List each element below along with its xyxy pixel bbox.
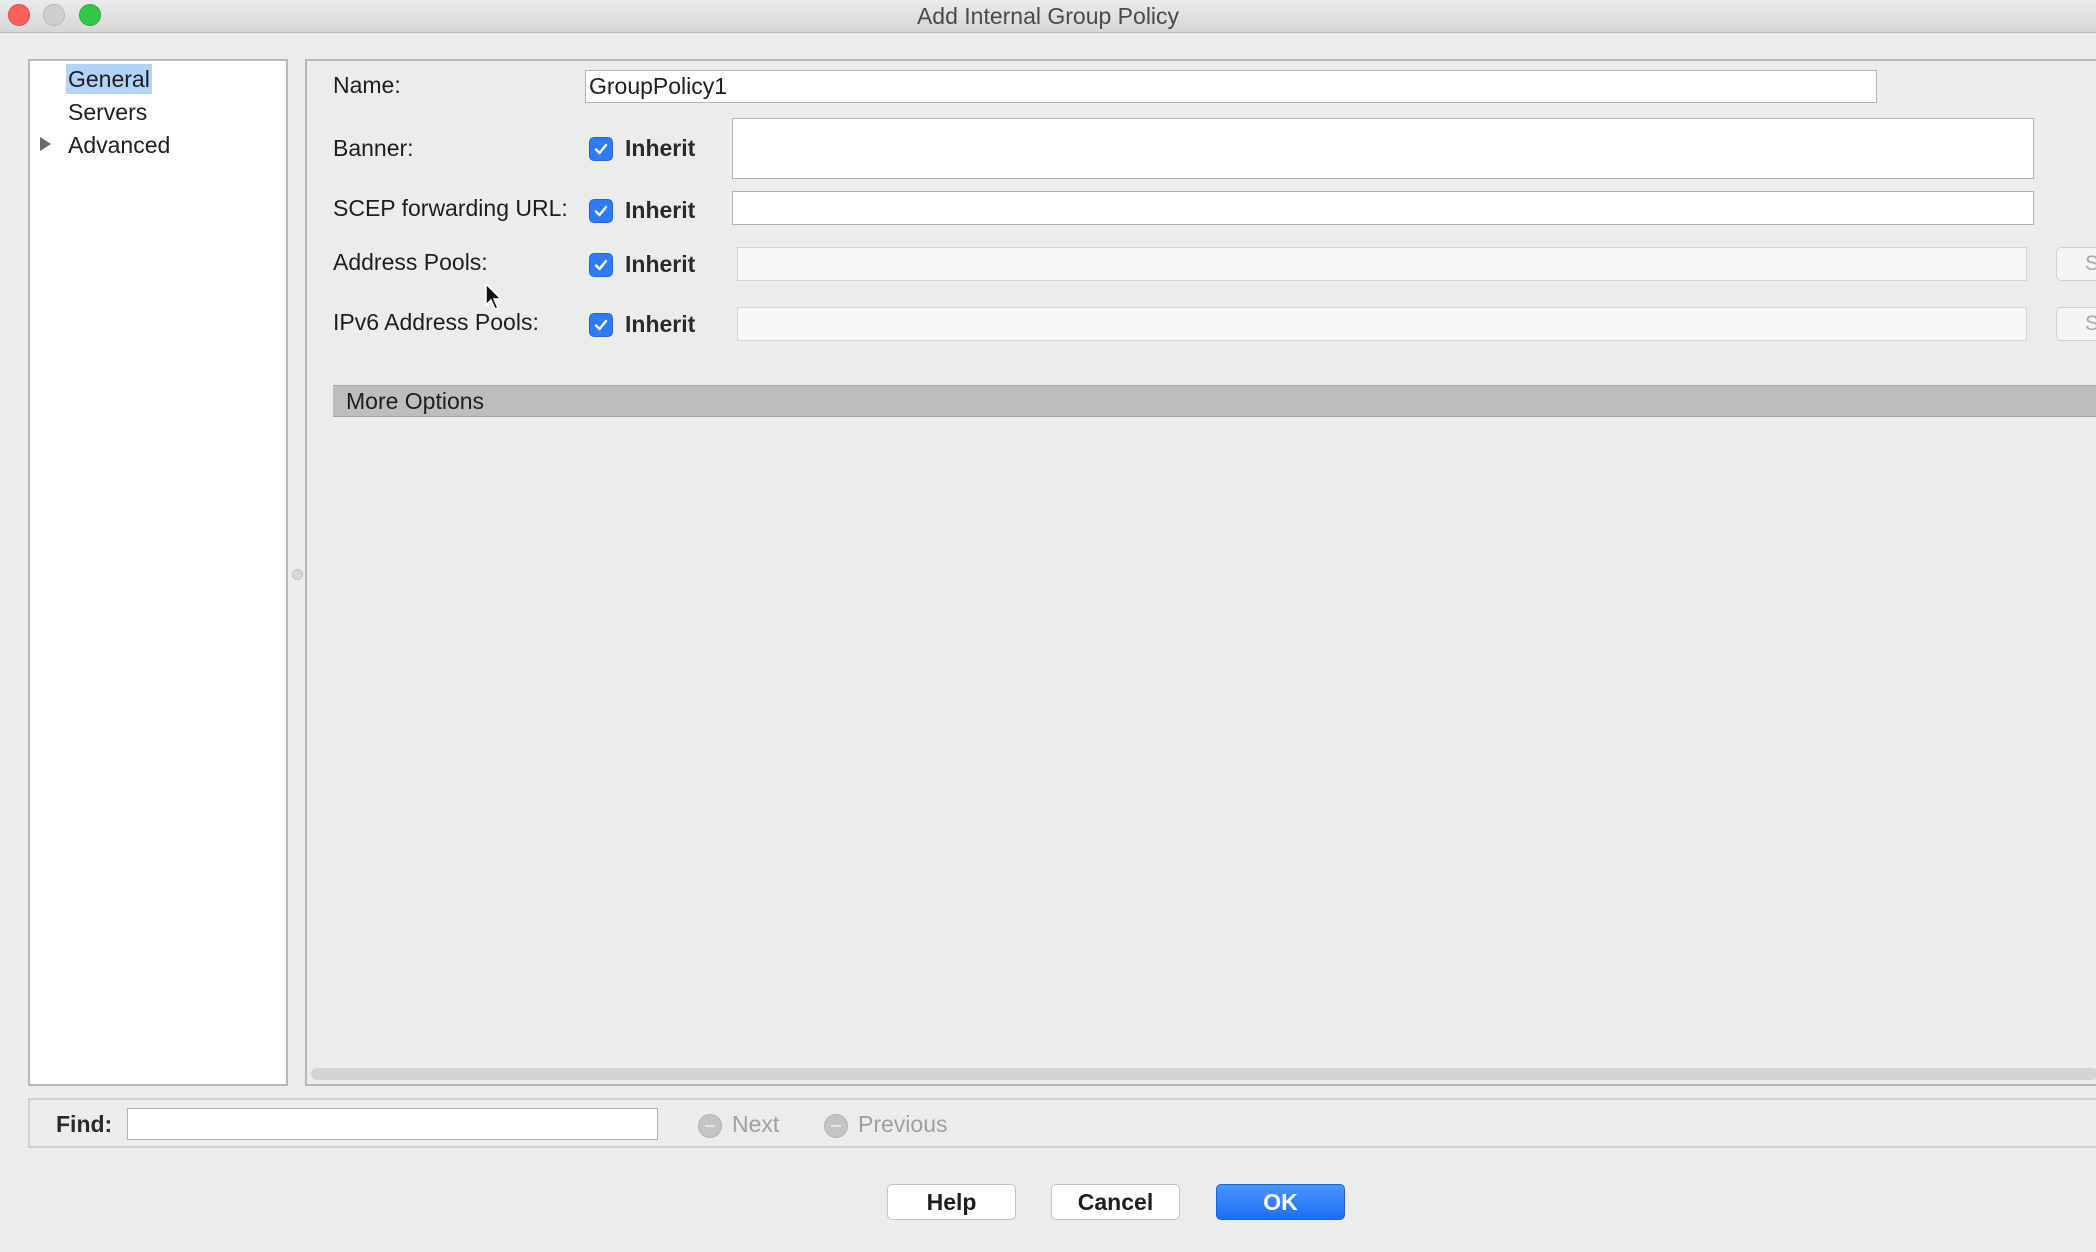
address-pools-select-button[interactable]: S bbox=[2056, 247, 2096, 281]
navigation-tree: General Servers Advanced bbox=[28, 59, 288, 1086]
ipv6-address-pools-inherit-label: Inherit bbox=[625, 311, 696, 337]
tree-item-general[interactable]: General bbox=[66, 64, 152, 94]
scep-inherit-label: Inherit bbox=[625, 197, 696, 223]
ipv6-address-pools-inherit-checkbox[interactable] bbox=[589, 313, 613, 337]
help-button[interactable]: Help bbox=[887, 1184, 1016, 1220]
tree-item-advanced[interactable]: Advanced bbox=[66, 130, 172, 160]
more-options-header[interactable]: More Options bbox=[333, 385, 2096, 417]
next-circle-icon bbox=[698, 1114, 722, 1138]
find-previous-button[interactable]: Previous bbox=[858, 1109, 947, 1139]
checkmark-icon bbox=[594, 319, 608, 331]
checkmark-icon bbox=[594, 143, 608, 155]
address-pools-input[interactable] bbox=[737, 247, 2027, 281]
address-pools-inherit-checkbox[interactable] bbox=[589, 253, 613, 277]
title-bar: Add Internal Group Policy bbox=[0, 0, 2096, 33]
previous-circle-icon bbox=[824, 1114, 848, 1138]
find-bar: Find: Next Previous bbox=[28, 1098, 2096, 1148]
arrow-pointer-icon bbox=[485, 283, 503, 310]
ipv6-address-pools-select-button[interactable]: S bbox=[2056, 307, 2096, 341]
banner-inherit-checkbox[interactable] bbox=[589, 137, 613, 161]
find-next-button[interactable]: Next bbox=[732, 1109, 779, 1139]
scep-inherit-checkbox[interactable] bbox=[589, 199, 613, 223]
general-settings-panel: Name: Banner: Inherit SCEP forwarding UR… bbox=[305, 59, 2096, 1086]
find-input[interactable] bbox=[127, 1108, 658, 1140]
horizontal-scrollbar[interactable] bbox=[311, 1068, 2096, 1080]
name-input[interactable] bbox=[585, 70, 1877, 103]
scep-forwarding-url-input[interactable] bbox=[732, 191, 2034, 225]
ipv6-address-pools-label: IPv6 Address Pools: bbox=[333, 309, 539, 335]
banner-inherit-label: Inherit bbox=[625, 135, 696, 161]
ipv6-address-pools-input[interactable] bbox=[737, 307, 2027, 341]
more-options-label: More Options bbox=[346, 388, 485, 414]
ok-button[interactable]: OK bbox=[1216, 1184, 1345, 1220]
cancel-button[interactable]: Cancel bbox=[1051, 1184, 1180, 1220]
checkmark-icon bbox=[594, 205, 608, 217]
triangle-right-icon[interactable] bbox=[40, 137, 51, 151]
banner-label: Banner: bbox=[333, 135, 414, 161]
name-label: Name: bbox=[333, 72, 401, 98]
find-label: Find: bbox=[56, 1111, 113, 1137]
address-pools-label: Address Pools: bbox=[333, 249, 488, 275]
checkmark-icon bbox=[594, 259, 608, 271]
window-title: Add Internal Group Policy bbox=[916, 3, 1180, 29]
splitter-handle[interactable] bbox=[292, 569, 303, 580]
dialog-window: Add Internal Group Policy General Server… bbox=[0, 0, 2096, 1252]
banner-textarea[interactable] bbox=[732, 118, 2034, 179]
scep-forwarding-url-label: SCEP forwarding URL: bbox=[333, 195, 568, 221]
tree-item-servers[interactable]: Servers bbox=[66, 97, 149, 127]
address-pools-inherit-label: Inherit bbox=[625, 251, 696, 277]
